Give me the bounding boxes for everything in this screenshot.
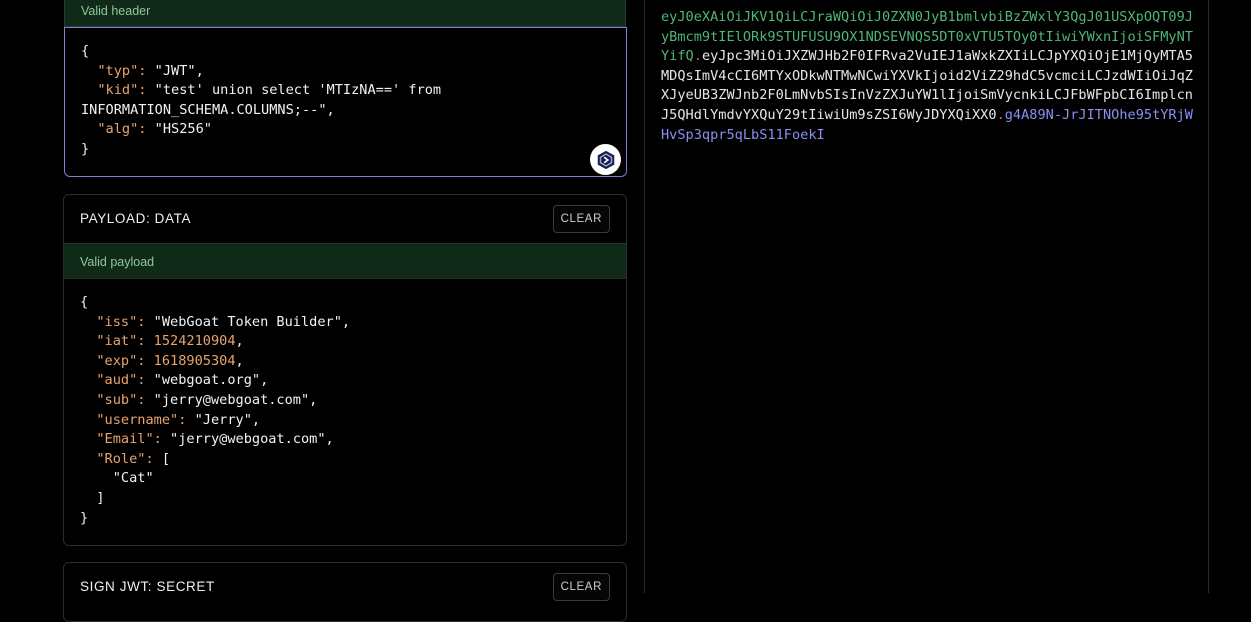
json-key: "Email": — [96, 431, 162, 448]
signature-clear-button[interactable]: CLEAR — [552, 573, 610, 601]
json-key: "typ": — [97, 62, 147, 79]
json-value: "jerry@webgoat.com", — [153, 391, 318, 408]
json-key: "sub": — [96, 391, 146, 408]
json-number: 1524210904 — [153, 333, 236, 350]
signature-title: SIGN JWT: SECRET — [80, 579, 215, 594]
json-key: "iat": — [96, 333, 146, 350]
payload-panel: PAYLOAD: DATA CLEAR Valid payload { "iss… — [63, 194, 627, 546]
json-value: INFORMATION_SCHEMA.COLUMNS;--", — [81, 101, 335, 118]
json-number: 1618905304 — [153, 352, 236, 369]
header-json[interactable]: { "typ": "JWT", "kid": "test' union sele… — [81, 42, 441, 160]
json-value: "Jerry", — [194, 411, 261, 428]
json-value: "JWT", — [154, 62, 204, 79]
hexagon-logo-icon — [597, 150, 614, 169]
json-value: "jerry@webgoat.com", — [170, 431, 334, 448]
json-key: "iss": — [96, 313, 146, 330]
json-key: "alg": — [97, 121, 147, 138]
header-status-bar: Valid header — [64, 0, 626, 27]
payload-status-bar: Valid payload — [64, 244, 626, 279]
encoded-token[interactable]: eyJ0eXAiOiJKV1QiLCJraWQiOiJ0ZXN0JyB1bmlv… — [661, 8, 1195, 145]
token-dot: . — [693, 48, 702, 65]
json-key: "username": — [96, 411, 187, 428]
payload-title: PAYLOAD: DATA — [80, 211, 192, 226]
payload-status-text: Valid payload — [80, 255, 155, 269]
json-value: "test' union select 'MTIzNA==' from — [154, 82, 442, 99]
header-editor[interactable]: { "typ": "JWT", "kid": "test' union sele… — [64, 27, 627, 177]
payload-json-editor[interactable]: { "iss": "WebGoat Token Builder", "iat":… — [80, 293, 350, 528]
payload-panel-header: PAYLOAD: DATA CLEAR — [64, 195, 626, 244]
copy-icon[interactable] — [590, 144, 621, 175]
encoded-token-panel: eyJ0eXAiOiJKV1QiLCJraWQiOiJ0ZXN0JyB1bmlv… — [644, 0, 1209, 593]
signature-panel: SIGN JWT: SECRET CLEAR — [63, 562, 627, 622]
json-value: "webgoat.org", — [153, 372, 269, 389]
payload-clear-button[interactable]: CLEAR — [552, 205, 610, 233]
json-key: "kid": — [97, 82, 147, 99]
json-key: "exp": — [96, 352, 146, 369]
json-value: "WebGoat Token Builder", — [153, 313, 351, 330]
json-value: "Cat" — [112, 470, 154, 487]
json-value: "HS256" — [154, 121, 212, 138]
header-status-text: Valid header — [81, 4, 151, 18]
signature-panel-header: SIGN JWT: SECRET CLEAR — [64, 563, 626, 611]
json-key: "aud": — [96, 372, 146, 389]
json-key: "Role": — [96, 450, 154, 467]
token-dot: . — [996, 106, 1005, 123]
